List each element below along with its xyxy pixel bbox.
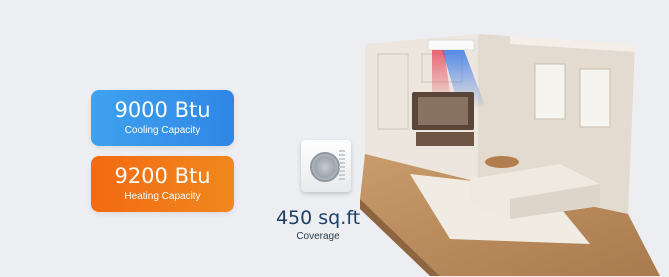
cooling-capacity-label: Cooling Capacity	[124, 125, 201, 136]
living-room-render	[360, 34, 660, 276]
window	[534, 63, 566, 120]
outdoor-unit-fan	[310, 152, 340, 182]
tv-screen	[418, 97, 468, 125]
coverage-block: 450 sq.ft Coverage	[272, 208, 364, 243]
promo-panel: 9000 Btu Cooling Capacity 9200 Btu Heati…	[0, 0, 669, 277]
heating-capacity-badge: 9200 Btu Heating Capacity	[91, 156, 234, 212]
cooling-capacity-badge: 9000 Btu Cooling Capacity	[91, 90, 234, 146]
coffee-table	[485, 156, 519, 168]
window	[579, 68, 611, 128]
outdoor-unit-icon	[301, 140, 351, 192]
outdoor-unit-grill	[339, 150, 345, 180]
coverage-value: 450 sq.ft	[275, 207, 361, 229]
indoor-ac-unit	[427, 39, 475, 51]
heating-capacity-label: Heating Capacity	[124, 191, 201, 202]
tv-stand	[416, 132, 474, 146]
coverage-label: Coverage	[296, 231, 340, 242]
heating-capacity-value: 9200 Btu	[114, 164, 211, 188]
cooling-capacity-value: 9000 Btu	[114, 98, 211, 122]
